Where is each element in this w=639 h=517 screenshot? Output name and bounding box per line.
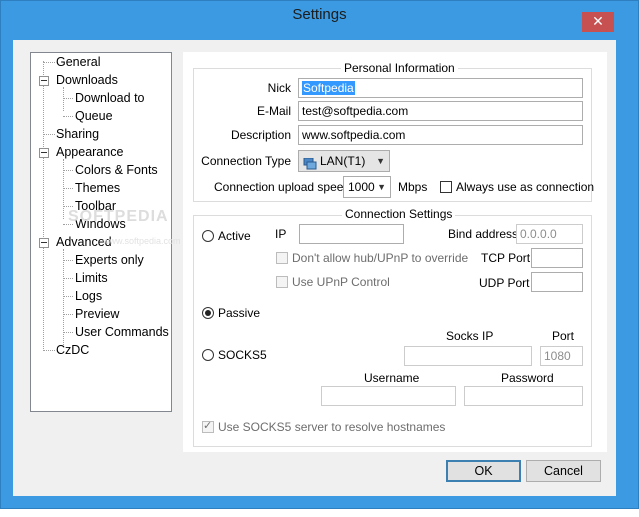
personal-info-title: Personal Information <box>341 61 458 75</box>
socks-port-input[interactable]: 1080 <box>540 346 583 366</box>
connection-type-value: LAN(T1) <box>320 154 366 168</box>
ip-input[interactable] <box>299 224 404 244</box>
window-title: Settings <box>292 6 347 23</box>
nick-label: Nick <box>267 81 291 95</box>
tree-item-preview[interactable]: Preview <box>75 306 119 322</box>
bind-address-input[interactable]: 0.0.0.0 <box>516 224 583 244</box>
ip-label: IP <box>275 227 287 241</box>
nick-input[interactable]: Softpedia <box>298 78 583 98</box>
close-button[interactable]: ✕ <box>582 12 614 32</box>
tcp-port-input[interactable] <box>531 248 583 268</box>
settings-window: Settings ✕ General Downloads Download to… <box>0 0 639 509</box>
use-upnp-checkbox[interactable] <box>276 276 288 288</box>
socks5-radio[interactable] <box>202 349 214 361</box>
active-label[interactable]: Active <box>218 228 251 244</box>
tree-item-experts-only[interactable]: Experts only <box>75 252 144 268</box>
cancel-button[interactable]: Cancel <box>526 460 601 482</box>
softpedia-watermark: SOFTPEDIA <box>68 208 169 225</box>
tcp-port-label: TCP Port <box>481 251 531 265</box>
network-icon <box>303 156 317 170</box>
bind-address-label: Bind address <box>448 227 519 241</box>
nick-value: Softpedia <box>302 81 355 95</box>
tree-item-queue[interactable]: Queue <box>75 108 113 124</box>
port-label: Port <box>552 329 575 343</box>
no-hub-upnp-checkbox[interactable] <box>276 252 288 264</box>
username-label: Username <box>364 371 420 385</box>
tree-item-user-commands[interactable]: User Commands <box>75 324 169 340</box>
tree-item-general[interactable]: General <box>56 54 100 70</box>
socks-ip-label: Socks IP <box>446 329 494 343</box>
tree-item-download-to[interactable]: Download to <box>75 90 145 106</box>
udp-port-input[interactable] <box>531 272 583 292</box>
resolve-hostnames-label[interactable]: Use SOCKS5 server to resolve hostnames <box>218 419 445 435</box>
chevron-down-icon: ▼ <box>377 182 386 192</box>
password-label: Password <box>501 371 554 385</box>
email-input[interactable]: test@softpedia.com <box>298 101 583 121</box>
socks5-label[interactable]: SOCKS5 <box>218 347 267 363</box>
connection-type-select[interactable]: LAN(T1) ▼ <box>298 150 390 172</box>
always-use-label[interactable]: Always use as connection <box>456 179 594 195</box>
passive-radio[interactable] <box>202 307 214 319</box>
connection-type-label: Connection Type <box>201 154 291 168</box>
chevron-down-icon: ▼ <box>376 156 385 166</box>
softpedia-watermark-url: www.softpedia.com <box>103 236 181 246</box>
passive-label[interactable]: Passive <box>218 305 260 321</box>
tree-item-logs[interactable]: Logs <box>75 288 102 304</box>
description-input[interactable]: www.softpedia.com <box>298 125 583 145</box>
appearance-collapse-icon[interactable] <box>39 148 49 158</box>
upload-speed-label: Connection upload speed <box>214 180 351 194</box>
tree-item-colors-fonts[interactable]: Colors & Fonts <box>75 162 158 178</box>
downloads-collapse-icon[interactable] <box>39 76 49 86</box>
tree-item-downloads[interactable]: Downloads <box>56 72 118 88</box>
upload-speed-select[interactable]: 1000 ▼ <box>343 176 391 198</box>
tree-item-sharing[interactable]: Sharing <box>56 126 99 142</box>
tree-item-appearance[interactable]: Appearance <box>56 144 123 160</box>
ok-button[interactable]: OK <box>446 460 521 482</box>
resolve-hostnames-checkbox[interactable] <box>202 419 214 433</box>
password-input[interactable] <box>464 386 583 406</box>
advanced-collapse-icon[interactable] <box>39 238 49 248</box>
upload-speed-unit: Mbps <box>398 180 428 194</box>
always-use-checkbox[interactable] <box>440 181 452 193</box>
use-upnp-label[interactable]: Use UPnP Control <box>292 274 390 290</box>
no-hub-upnp-label[interactable]: Don't allow hub/UPnP to override <box>292 250 468 266</box>
active-radio[interactable] <box>202 230 214 242</box>
tree-item-themes[interactable]: Themes <box>75 180 120 196</box>
tree-item-czdc[interactable]: CzDC <box>56 342 89 358</box>
connection-settings-title: Connection Settings <box>342 207 456 221</box>
title-bar: Settings ✕ <box>1 1 638 32</box>
udp-port-label: UDP Port <box>479 276 530 290</box>
upload-speed-value: 1000 <box>348 180 375 194</box>
username-input[interactable] <box>321 386 456 406</box>
settings-tree[interactable]: General Downloads Download to Queue Shar… <box>30 52 172 412</box>
tree-item-limits[interactable]: Limits <box>75 270 108 286</box>
description-label: Description <box>230 128 291 142</box>
email-label: E-Mail <box>256 104 291 118</box>
dialog-client-area: General Downloads Download to Queue Shar… <box>13 40 616 496</box>
socks-ip-input[interactable] <box>404 346 532 366</box>
